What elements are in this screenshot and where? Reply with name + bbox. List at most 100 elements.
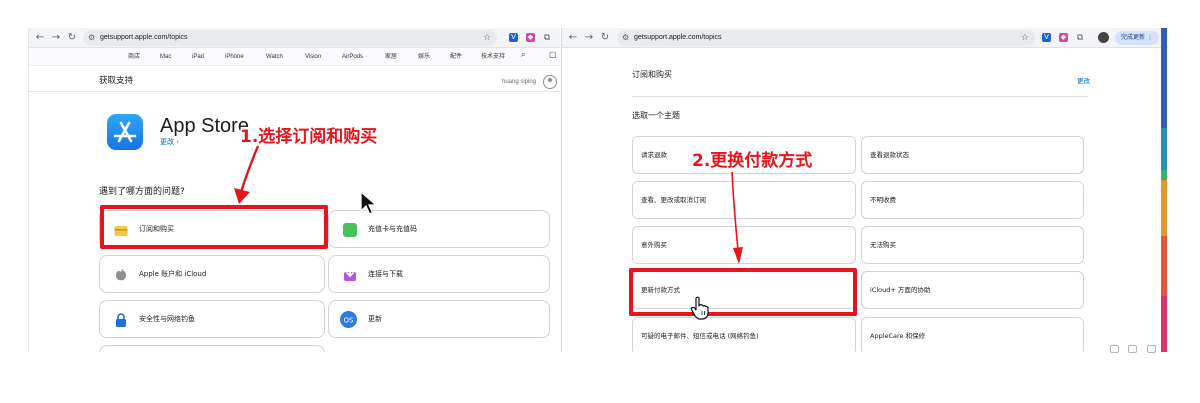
topic-applecare[interactable]: AppleCare 和保修	[861, 317, 1084, 352]
left-browser-window: ← → ↻ ⚙ getsupport.apple.com/topics ☆ V …	[28, 28, 560, 352]
hand-pointer-icon	[690, 296, 709, 320]
nav-ipad[interactable]: iPad	[192, 53, 204, 61]
reload-icon[interactable]: ↻	[65, 31, 79, 45]
extensions-icon[interactable]: ⧉	[1074, 31, 1086, 45]
picture-in-picture-icon[interactable]	[1110, 345, 1119, 353]
support-subheader: 获取支持 huang siping	[29, 66, 560, 92]
topic-card-downloads[interactable]: 连接与下载	[328, 255, 550, 293]
screenshot-stage: ← → ↻ ⚙ getsupport.apple.com/topics ☆ V …	[0, 0, 1200, 403]
app-store-logo	[107, 114, 143, 150]
topic-label: 无法购买	[870, 241, 896, 249]
macos-icon: OS	[340, 311, 357, 328]
topic-phishing[interactable]: 可疑的电子邮件、短信或电话 (网络钓鱼)	[632, 317, 856, 352]
color-extension-icon[interactable]: ◆	[526, 33, 535, 42]
nav-mac[interactable]: Mac	[160, 53, 171, 61]
topic-label: 不明收费	[870, 196, 896, 204]
fullscreen-icon[interactable]	[1147, 345, 1156, 353]
topic-label: AppleCare 和保修	[870, 332, 926, 340]
back-icon[interactable]: ←	[33, 31, 47, 45]
highlight-box-step2	[629, 268, 857, 316]
issue-section-heading: 遇到了哪方面的问题?	[99, 187, 185, 197]
back-icon[interactable]: ←	[566, 31, 580, 45]
nav-accessories[interactable]: 配件	[450, 53, 462, 61]
arrow-step1-icon	[234, 145, 260, 204]
annotation-step2: 2.更换付款方式	[692, 151, 813, 171]
address-bar[interactable]: ⚙ getsupport.apple.com/topics ☆	[83, 30, 497, 46]
side-color-bar-segment	[1161, 296, 1167, 352]
apple-global-nav: 商店 Mac iPad iPhone Watch Vision AirPods …	[29, 48, 560, 66]
bookmark-star-icon[interactable]: ☆	[483, 32, 491, 44]
product-title: App Store	[160, 115, 249, 137]
nav-entertainment[interactable]: 娱乐	[418, 53, 430, 61]
address-bar[interactable]: ⚙ getsupport.apple.com/topics ☆	[617, 30, 1035, 46]
card-label: 充值卡与充值码	[368, 225, 417, 233]
arrow-step2-icon	[731, 171, 743, 264]
card-label: 连接与下载	[368, 270, 403, 278]
browser-toolbar: ← → ↻ ⚙ getsupport.apple.com/topics ☆ V …	[562, 28, 1168, 48]
forward-icon[interactable]: →	[582, 31, 596, 45]
color-extension-icon[interactable]: ◆	[1059, 33, 1068, 42]
copy-icon[interactable]	[1128, 345, 1137, 353]
topic-refund-status[interactable]: 查看退款状态	[861, 136, 1084, 174]
topic-icloud-plus-help[interactable]: iCloud+ 方面的协助	[861, 271, 1084, 309]
vpn-extension-icon[interactable]: V	[1042, 33, 1051, 42]
nav-watch[interactable]: Watch	[266, 53, 283, 61]
lock-icon	[116, 313, 126, 327]
avatar[interactable]	[543, 75, 557, 89]
bookmark-star-icon[interactable]: ☆	[1021, 32, 1029, 44]
topic-card-updates[interactable]: OS 更新	[328, 300, 550, 338]
nav-store[interactable]: 商店	[128, 53, 140, 61]
card-label: 更新	[368, 315, 382, 323]
extensions-icon[interactable]: ⧉	[541, 31, 553, 45]
site-info-icon[interactable]: ⚙	[622, 32, 632, 44]
nav-airpods[interactable]: AirPods	[342, 53, 363, 61]
side-color-bar-segment	[1161, 236, 1167, 296]
topic-label: iCloud+ 方面的协助	[870, 286, 931, 294]
nav-vision[interactable]: Vision	[305, 53, 321, 61]
topic-card-security[interactable]: 安全性与网络钓鱼	[99, 300, 325, 338]
svg-text:OS: OS	[344, 317, 355, 325]
site-info-icon[interactable]: ⚙	[88, 32, 98, 44]
change-product-link[interactable]: 更改 ›	[160, 137, 179, 147]
address-url: getsupport.apple.com/topics	[634, 34, 722, 41]
card-label: 安全性与网络钓鱼	[139, 315, 195, 323]
topic-label: 意外购买	[641, 241, 667, 249]
topic-label: 查看退款状态	[870, 151, 909, 159]
download-icon	[344, 268, 356, 281]
side-color-bar-segment	[1161, 180, 1167, 236]
topic-heading: 选取一个主题	[632, 111, 680, 120]
side-color-bar-segment	[1161, 170, 1167, 180]
nav-home[interactable]: 家居	[385, 53, 397, 61]
reload-icon[interactable]: ↻	[598, 31, 612, 45]
forward-icon[interactable]: →	[49, 31, 63, 45]
address-url: getsupport.apple.com/topics	[100, 34, 188, 41]
divider	[632, 96, 1088, 97]
topic-label: 请求退款	[641, 151, 667, 159]
profile-avatar-icon[interactable]	[1098, 32, 1109, 43]
topic-label: 可疑的电子邮件、短信或电话 (网络钓鱼)	[641, 332, 759, 340]
mouse-pointer-icon	[360, 191, 378, 215]
nav-iphone[interactable]: iPhone	[225, 53, 244, 61]
update-button-label: 完成更新	[1121, 34, 1146, 41]
user-name[interactable]: huang siping	[502, 79, 536, 85]
change-panel-link[interactable]: 更改	[1077, 75, 1090, 85]
topic-cannot-purchase[interactable]: 无法购买	[861, 226, 1084, 264]
search-icon[interactable]: ⌕	[521, 51, 525, 59]
gift-card-icon	[343, 223, 357, 237]
panel-heading: 订阅和购买	[632, 70, 672, 79]
card-label: Apple 账户和 iCloud	[139, 270, 207, 278]
browser-toolbar: ← → ↻ ⚙ getsupport.apple.com/topics ☆ V …	[29, 28, 560, 48]
nav-support[interactable]: 技术支持	[481, 53, 505, 61]
update-browser-button[interactable]: 完成更新 ⋮	[1115, 31, 1159, 45]
vpn-extension-icon[interactable]: V	[509, 33, 518, 42]
highlight-box-step1	[100, 205, 328, 249]
topic-card-apple-account[interactable]: Apple 账户和 iCloud	[99, 255, 325, 293]
apple-icon	[116, 269, 126, 281]
page-title: 获取支持	[99, 76, 134, 86]
bag-icon[interactable]: ▢	[549, 51, 557, 59]
side-color-bar-segment	[1161, 128, 1167, 170]
topic-card-more[interactable]	[99, 345, 325, 352]
topic-unknown-charges[interactable]: 不明收费	[861, 181, 1084, 219]
topic-label: 查看、更改或取消订阅	[641, 196, 706, 204]
side-color-bar-segment	[1161, 28, 1167, 128]
